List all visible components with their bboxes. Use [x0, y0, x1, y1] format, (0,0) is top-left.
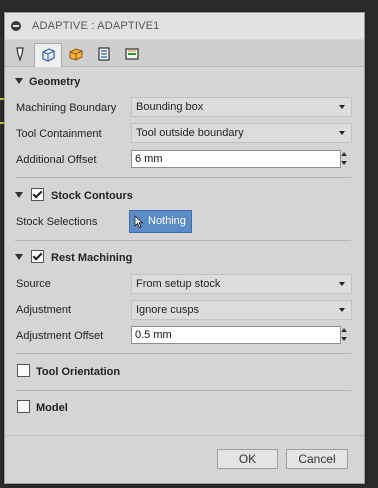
dialog-titlebar[interactable]: ADAPTIVE : ADAPTIVE1	[5, 13, 364, 39]
additional-offset-value: 6 mm	[135, 153, 163, 165]
additional-offset-stepper[interactable]	[339, 150, 350, 168]
tab-bar	[5, 40, 364, 67]
tool-orientation-checkbox[interactable]	[17, 364, 30, 377]
geometry-icon	[42, 48, 55, 62]
adjustment-select[interactable]: Ignore cusps	[131, 300, 352, 320]
machining-boundary-label: Machining Boundary	[16, 102, 117, 114]
tool-icon	[16, 47, 24, 62]
heights-icon	[69, 48, 83, 61]
stock-contours-section-header[interactable]: Stock Contours	[5, 185, 364, 207]
cursor-arrow-icon	[134, 215, 144, 228]
chevron-down-icon	[339, 282, 345, 286]
divider	[15, 177, 351, 178]
source-label: Source	[16, 278, 51, 290]
stock-selections-button[interactable]: Nothing	[129, 210, 192, 233]
chevron-down-icon	[339, 308, 345, 312]
tool-containment-select[interactable]: Tool outside boundary	[131, 123, 352, 143]
model-title: Model	[36, 402, 68, 414]
adjustment-offset-label: Adjustment Offset	[16, 330, 104, 342]
adjustment-offset-input[interactable]: 0.5 mm	[131, 326, 341, 344]
additional-offset-label: Additional Offset	[16, 154, 97, 166]
adjustment-offset-stepper[interactable]	[339, 326, 350, 344]
collapse-triangle-icon[interactable]	[15, 254, 23, 260]
divider	[15, 390, 351, 391]
divider	[15, 240, 351, 241]
stepper-up-icon[interactable]	[341, 152, 347, 156]
adjustment-value: Ignore cusps	[136, 304, 199, 316]
stock-contours-title: Stock Contours	[51, 190, 133, 202]
adaptive-dialog: ADAPTIVE : ADAPTIVE1 Geometry Machining …	[4, 12, 365, 484]
adjustment-label: Adjustment	[16, 304, 72, 316]
tab-geometry[interactable]	[34, 43, 62, 67]
adjustment-offset-value: 0.5 mm	[135, 329, 172, 341]
tool-containment-value: Tool outside boundary	[136, 127, 244, 139]
footer-divider	[5, 435, 364, 436]
tab-linking[interactable]	[119, 43, 145, 65]
chevron-down-icon	[339, 131, 345, 135]
model-checkbox[interactable]	[17, 400, 30, 413]
linking-icon	[125, 48, 139, 60]
tab-heights[interactable]	[63, 43, 89, 65]
ok-button[interactable]: OK	[217, 449, 278, 469]
geometry-title: Geometry	[29, 76, 81, 88]
stock-contours-checkbox[interactable]	[31, 188, 44, 201]
rest-machining-title: Rest Machining	[51, 252, 133, 264]
machining-boundary-select[interactable]: Bounding box	[131, 97, 352, 117]
stock-selections-value: Nothing	[148, 215, 186, 227]
collapse-triangle-icon[interactable]	[15, 192, 23, 198]
tool-orientation-title: Tool Orientation	[36, 366, 121, 378]
source-value: From setup stock	[136, 278, 221, 290]
machining-boundary-value: Bounding box	[136, 101, 204, 113]
passes-icon	[98, 47, 110, 61]
tab-tool[interactable]	[7, 43, 33, 65]
model-section-header[interactable]: Model	[5, 397, 364, 419]
tool-orientation-section-header[interactable]: Tool Orientation	[5, 361, 364, 383]
additional-offset-input[interactable]: 6 mm	[131, 150, 341, 168]
stepper-down-icon[interactable]	[341, 337, 347, 341]
collapse-icon[interactable]	[11, 21, 21, 31]
cancel-button[interactable]: Cancel	[286, 449, 348, 469]
geometry-section-header[interactable]: Geometry	[5, 71, 364, 93]
source-select[interactable]: From setup stock	[131, 274, 352, 294]
collapse-triangle-icon[interactable]	[15, 78, 23, 84]
divider	[15, 353, 351, 354]
chevron-down-icon	[339, 105, 345, 109]
rest-machining-section-header[interactable]: Rest Machining	[5, 247, 364, 269]
stepper-up-icon[interactable]	[341, 328, 347, 332]
dialog-title: ADAPTIVE : ADAPTIVE1	[32, 20, 160, 32]
stepper-down-icon[interactable]	[341, 161, 347, 165]
rest-machining-checkbox[interactable]	[31, 250, 44, 263]
stock-selections-label: Stock Selections	[16, 216, 98, 228]
tab-passes[interactable]	[91, 43, 117, 65]
tool-containment-label: Tool Containment	[16, 128, 102, 140]
